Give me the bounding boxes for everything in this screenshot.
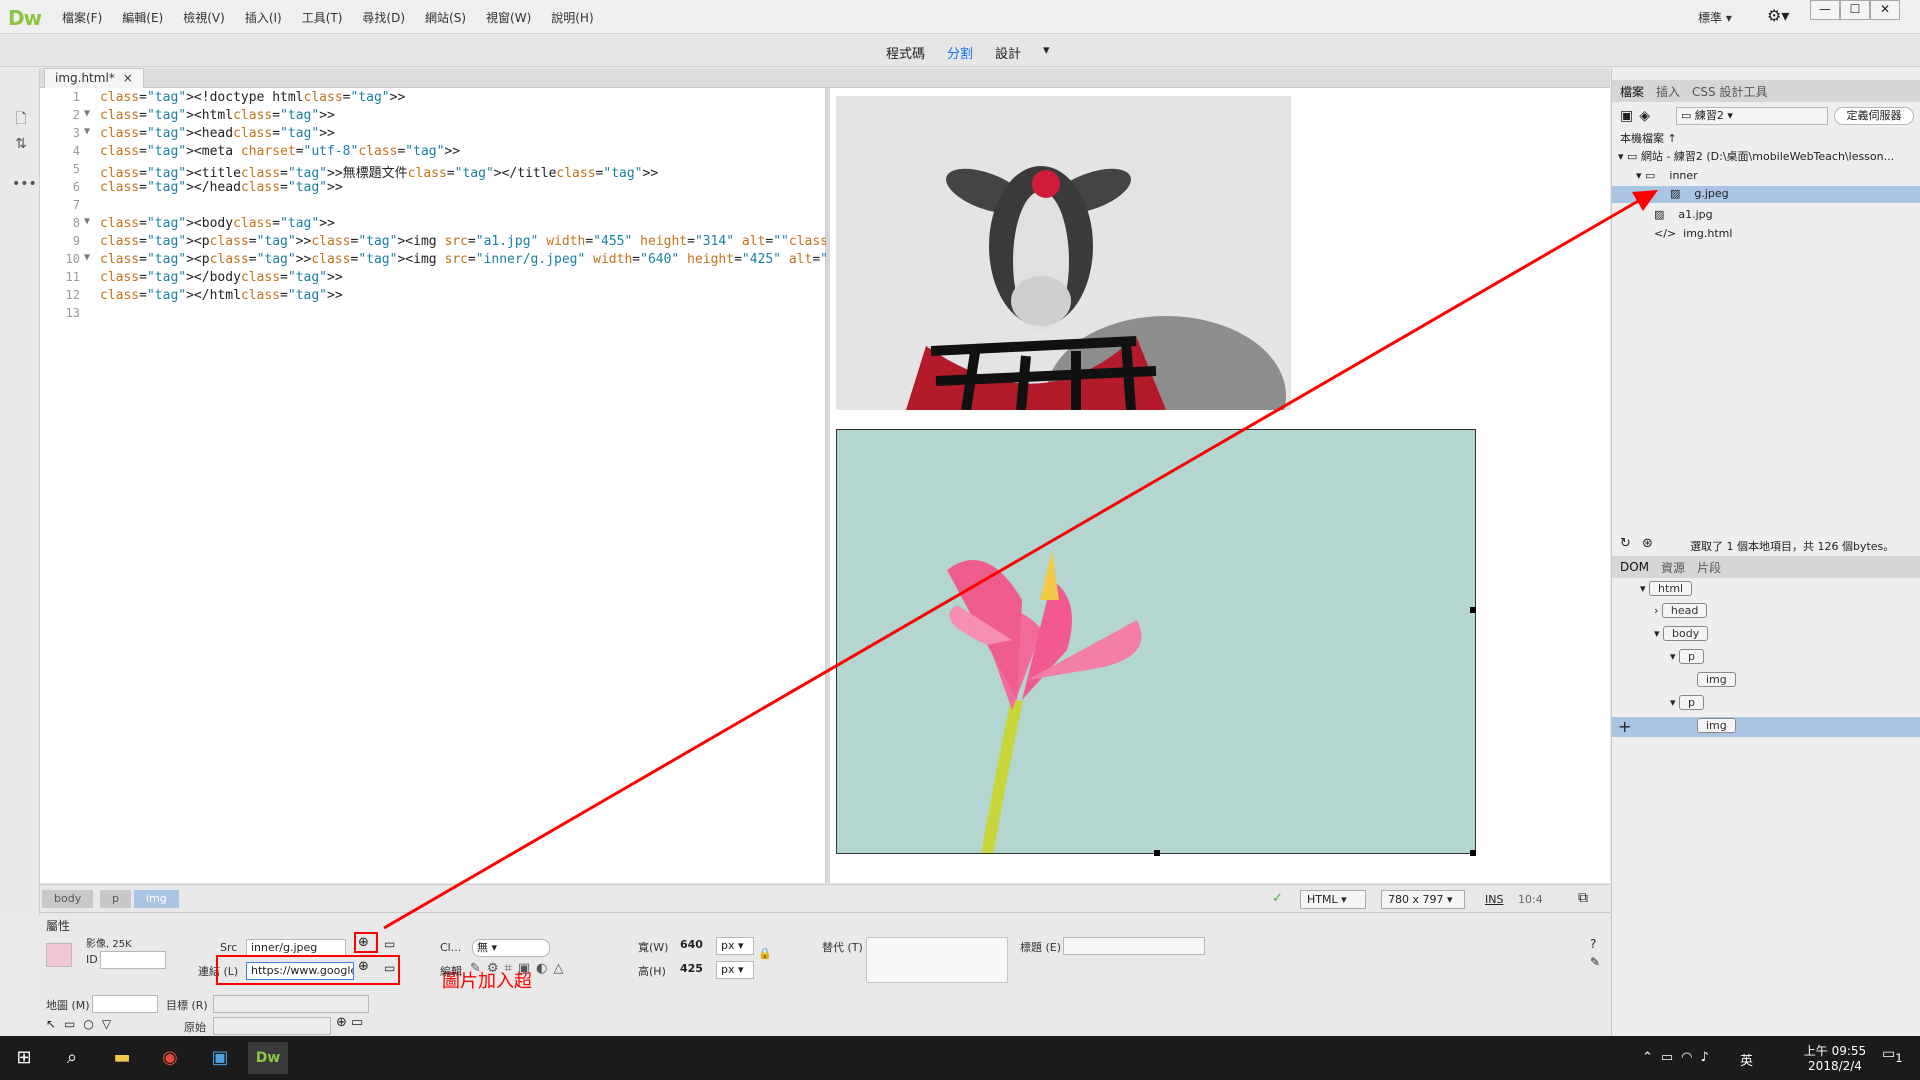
app-icon[interactable]: ▣ — [200, 1042, 240, 1074]
annotation-arrow — [383, 190, 1658, 930]
ime-indicator[interactable]: 英 — [1740, 1050, 1753, 1069]
clock-time[interactable]: 上午 09:55 — [1800, 1042, 1870, 1059]
windows-start-icon[interactable]: ⊞ — [4, 1042, 44, 1074]
chrome-icon[interactable]: ◉ — [150, 1042, 190, 1074]
file-explorer-icon[interactable]: ▬ — [102, 1042, 142, 1074]
windows-taskbar: ⊞ ⌕ ▬ ◉ ▣ Dw ⌃▭◠♪ 英 上午 09:55 2018/2/4 ▭1 — [0, 1036, 1920, 1080]
tray-icons[interactable]: ⌃▭◠♪ — [1642, 1050, 1717, 1065]
clock-date[interactable]: 2018/2/4 — [1800, 1059, 1870, 1073]
notification-icon[interactable]: ▭1 — [1882, 1046, 1903, 1065]
dreamweaver-taskbar-icon[interactable]: Dw — [248, 1042, 288, 1074]
search-icon[interactable]: ⌕ — [52, 1042, 92, 1074]
